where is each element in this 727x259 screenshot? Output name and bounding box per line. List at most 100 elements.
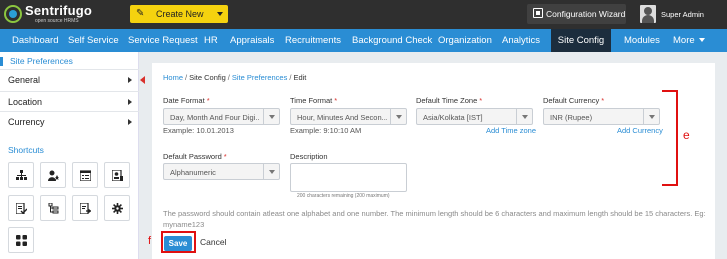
nav-item-more-label: More: [673, 35, 695, 46]
add-currency-link[interactable]: Add Currency: [617, 126, 663, 135]
chevron-right-icon: [128, 99, 132, 105]
password-label: Default Password *: [163, 152, 227, 161]
time-zone-value: Asia/Kolkata [IST]: [423, 113, 483, 122]
date-format-example: Example: 10.01.2013: [163, 126, 234, 135]
nav-item-self-service[interactable]: Self Service: [68, 29, 119, 52]
description-char-count: 200 characters remaining (200 maximum): [297, 193, 390, 199]
shortcut-list-tree[interactable]: [40, 195, 66, 221]
shortcut-grid[interactable]: [8, 227, 34, 253]
breadcrumb-separator: /: [289, 73, 292, 82]
currency-label-text: Default Currency: [543, 96, 600, 105]
breadcrumb: Home / Site Config / Site Preferences / Edit: [163, 73, 306, 82]
breadcrumb-separator: /: [185, 73, 188, 82]
required-marker: *: [479, 96, 483, 105]
annotation-label-e: e: [683, 128, 690, 142]
app-logo[interactable]: Sentrifugo open source HRMS: [4, 3, 126, 26]
password-requirements-note: The password should contain atleast one …: [163, 209, 706, 229]
date-format-select[interactable]: Day, Month And Four Digi...: [163, 108, 280, 125]
nav-item-site-config[interactable]: Site Config: [551, 29, 611, 52]
sidebar: Site Preferences General Location Curren…: [0, 52, 139, 259]
time-format-value: Hour, Minutes And Secon...: [297, 113, 387, 122]
shortcut-id-card[interactable]: [104, 162, 130, 188]
annotation-bracket-e: [662, 90, 678, 186]
logo-icon: [4, 5, 22, 23]
description-label: Description: [290, 152, 328, 161]
date-format-label-text: Date Format: [163, 96, 205, 105]
section-marker: [0, 57, 3, 66]
chevron-right-icon: [128, 119, 132, 125]
nav-item-appraisals[interactable]: Appraisals: [230, 29, 274, 52]
shortcut-user-star[interactable]: [40, 162, 66, 188]
nav-item-analytics[interactable]: Analytics: [502, 29, 540, 52]
currency-select[interactable]: INR (Rupee): [543, 108, 660, 125]
grid-icon: [16, 235, 27, 246]
configuration-wizard-button[interactable]: Configuration Wizard: [527, 4, 626, 24]
currency-label: Default Currency *: [543, 96, 604, 105]
nav-item-hr[interactable]: HR: [204, 29, 218, 52]
chevron-down-icon: [263, 164, 279, 179]
shortcut-calendar-list[interactable]: [72, 162, 98, 188]
sidebar-title-label: Site Preferences: [10, 56, 73, 66]
sidebar-item-label: Currency: [8, 117, 45, 127]
document-arrow-icon: [80, 203, 91, 214]
time-format-select[interactable]: Hour, Minutes And Secon...: [290, 108, 407, 125]
time-zone-label-text: Default Time Zone: [416, 96, 478, 105]
chevron-down-icon: [390, 109, 406, 124]
breadcrumb-home[interactable]: Home: [163, 73, 183, 82]
pencil-icon: ✎: [136, 8, 145, 19]
password-value: Alphanumeric: [170, 168, 216, 177]
chevron-down-icon: [516, 109, 532, 124]
site-preferences-form: Home / Site Config / Site Preferences / Edit D…: [152, 63, 715, 259]
nav-item-more[interactable]: More: [673, 29, 705, 52]
shortcut-org-chart[interactable]: [8, 162, 34, 188]
breadcrumb-site-config[interactable]: Site Config: [189, 73, 226, 82]
chevron-down-icon: [698, 38, 705, 43]
cancel-button[interactable]: Cancel: [200, 237, 226, 247]
document-check-icon: [16, 203, 27, 214]
date-format-label: Date Format *: [163, 96, 210, 105]
add-time-zone-link[interactable]: Add Time zone: [486, 126, 536, 135]
required-marker: *: [601, 96, 605, 105]
breadcrumb-edit: Edit: [293, 73, 307, 82]
sidebar-item-location[interactable]: Location: [0, 91, 139, 111]
create-new-label: Create New: [156, 9, 204, 19]
nav-item-service-request[interactable]: Service Request: [128, 29, 198, 52]
sidebar-item-currency[interactable]: Currency: [0, 111, 139, 131]
required-marker: *: [334, 96, 338, 105]
chevron-down-icon: [263, 109, 279, 124]
chevron-down-icon: [217, 12, 223, 16]
chevron-down-icon: [643, 109, 659, 124]
shortcuts-label: Shortcuts: [8, 145, 44, 155]
time-format-label: Time Format *: [290, 96, 337, 105]
nav-item-background-check[interactable]: Background Check: [352, 29, 432, 52]
description-textarea[interactable]: [290, 163, 407, 192]
user-name: Super Admin: [661, 10, 704, 19]
required-marker: *: [223, 152, 227, 161]
nav-item-organization[interactable]: Organization: [438, 29, 492, 52]
time-zone-label: Default Time Zone *: [416, 96, 482, 105]
user-menu[interactable]: Super Admin: [636, 3, 724, 25]
gear-icon: [112, 203, 123, 214]
active-section-pointer: [140, 76, 145, 84]
password-select[interactable]: Alphanumeric: [163, 163, 280, 180]
nav-item-modules[interactable]: Modules: [624, 29, 660, 52]
sidebar-item-general[interactable]: General: [0, 69, 139, 89]
main-nav: Dashboard Self Service Service Request H…: [0, 29, 727, 52]
top-bar: Sentrifugo open source HRMS ✎ Create New…: [0, 0, 727, 29]
logo-subtitle: open source HRMS: [35, 18, 79, 24]
shortcut-settings[interactable]: [104, 195, 130, 221]
nav-item-recruitments[interactable]: Recruitments: [285, 29, 341, 52]
nav-item-dashboard[interactable]: Dashboard: [12, 29, 58, 52]
sidebar-item-label: Location: [8, 97, 43, 107]
calendar-list-icon: [80, 170, 91, 181]
time-zone-select[interactable]: Asia/Kolkata [IST]: [416, 108, 533, 125]
date-format-value: Day, Month And Four Digi...: [170, 113, 260, 122]
create-new-button[interactable]: ✎ Create New: [130, 5, 228, 23]
shortcut-document-check[interactable]: [8, 195, 34, 221]
shortcut-document-arrow[interactable]: [72, 195, 98, 221]
wizard-icon: [533, 8, 543, 18]
time-format-label-text: Time Format: [290, 96, 333, 105]
user-star-icon: [48, 170, 59, 181]
password-label-text: Default Password: [163, 152, 222, 161]
breadcrumb-site-preferences[interactable]: Site Preferences: [232, 73, 287, 82]
